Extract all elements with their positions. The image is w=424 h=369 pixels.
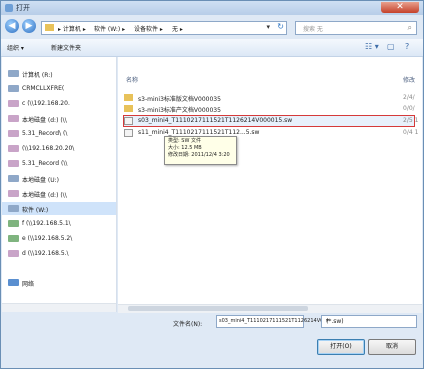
new-folder-button[interactable]: 新建文件夹 — [51, 43, 81, 52]
sidebar-item-label: 软件 (W:) — [22, 207, 49, 214]
breadcrumb-software-drive[interactable]: 软件 (W:) ▸ — [94, 24, 125, 33]
drive-icon — [8, 85, 19, 92]
tooltip-modified: 修改日期: 2011/12/4 3:20 — [168, 152, 230, 158]
window-title: 打开 — [16, 4, 30, 12]
sidebar-scrollbar[interactable] — [2, 303, 116, 312]
sidebar-item-drive[interactable]: 本地磁盘 (U:) — [2, 172, 116, 185]
forward-button[interactable]: ▶ — [22, 19, 36, 33]
file-date: 0/0/ — [403, 105, 415, 112]
folder-icon — [124, 105, 133, 112]
file-icon — [124, 117, 133, 125]
chevron-down-icon[interactable]: ▾ — [326, 317, 413, 324]
sidebar-item-label: 5.31_Record (\\ — [22, 160, 68, 167]
sidebar-item-network[interactable]: 网络 — [2, 276, 116, 289]
file-icon — [124, 129, 133, 137]
file-tooltip: 类型: SW 文件 大小: 12.5 MB 修改日期: 2011/12/4 3:… — [164, 136, 237, 165]
sidebar-item-label: e (\\192.168.5.2\ — [22, 235, 73, 242]
sidebar-item-label: d (\\192.168.5.\ — [22, 250, 69, 257]
sidebar-item-drive[interactable]: CRMCLLXFRE( — [2, 82, 116, 95]
chevron-down-icon[interactable]: ▾ — [266, 23, 270, 31]
sidebar-item-label: CRMCLLXFRE( — [22, 85, 65, 92]
refresh-icon[interactable]: ↻ — [277, 22, 284, 31]
close-button[interactable]: ✕ — [381, 2, 419, 13]
back-button[interactable]: ◀ — [5, 19, 19, 33]
sidebar-item-network-drive[interactable]: d (\\192.168.5.\ — [2, 247, 116, 260]
open-button[interactable]: 打开(O) — [317, 339, 365, 355]
file-date: 0/4 1 — [403, 129, 419, 136]
horizontal-scrollbar[interactable] — [118, 304, 422, 313]
list-item[interactable]: s3-mini3标准产文档V000035 0/0/ — [124, 104, 415, 114]
filetype-select[interactable]: (*.sw) ▾ — [321, 315, 417, 328]
breadcrumb-current[interactable]: 无 ▸ — [172, 24, 183, 33]
filename-label: 文件名(N): — [173, 321, 203, 328]
network-drive-icon — [8, 115, 19, 122]
network-drive-icon — [8, 100, 19, 107]
network-drive-icon — [8, 130, 19, 137]
network-drive-icon — [8, 220, 19, 227]
drive-icon — [8, 70, 19, 77]
tooltip-size: 大小: 12.5 MB — [168, 145, 202, 151]
organize-button[interactable]: 组织 ▾ — [7, 43, 24, 52]
folder-icon — [45, 24, 54, 31]
sidebar-item-label: 计算机 (R:) — [22, 72, 53, 79]
preview-pane-icon[interactable]: ▢ — [387, 42, 395, 51]
sidebar-item-network-drive[interactable]: (\\192.168.20.20\ — [2, 142, 116, 155]
sidebar-item-label: f (\\192.168.5.1\ — [22, 220, 71, 227]
list-item[interactable]: s3-mini3标准版文档V000035 2/4/ — [124, 93, 415, 103]
open-file-dialog: 打开 ✕ ◀ ▶ ▸ 计算机 ▸ 软件 (W:) ▸ 设备软件 ▸ 无 ▸ ▾ … — [0, 0, 424, 369]
sidebar-item-label: 本地磁盘 (d:) (\\ — [22, 117, 67, 124]
cancel-button[interactable]: 取消 — [368, 339, 416, 355]
drive-icon — [8, 175, 19, 182]
sidebar-item-label: 本地磁盘 (d:) (\\ — [22, 192, 67, 199]
file-name: s3-mini3标准产文档V000035 — [138, 107, 221, 114]
sidebar-item-network-drive[interactable]: 5.31_Record (\\ — [2, 157, 116, 170]
list-item-highlighted[interactable]: s03_mini4_T1110217111521T1126214V000015.… — [123, 115, 418, 127]
help-icon[interactable]: ? — [405, 42, 409, 51]
address-bar[interactable]: ▸ 计算机 ▸ 软件 (W:) ▸ 设备软件 ▸ 无 ▸ ▾ ↻ — [41, 21, 287, 35]
view-options-icon[interactable]: ☷ ▾ — [365, 42, 379, 51]
sidebar-item-label: 网络 — [22, 281, 35, 288]
sidebar-item-network-drive[interactable]: e (\\192.168.5.2\ — [2, 232, 116, 245]
sidebar-item-software-drive[interactable]: 软件 (W:) — [2, 202, 116, 215]
drive-icon — [8, 205, 19, 212]
file-name: s03_mini4_T1110217111521T1126214V000015.… — [138, 117, 293, 124]
sidebar-item-computer[interactable]: 计算机 (R:) — [2, 67, 116, 80]
network-drive-icon — [8, 145, 19, 152]
file-name: s11_mini4_T1110217111521T112...5.sw — [138, 129, 260, 136]
file-date: 2/4/ — [403, 94, 415, 101]
column-header-name[interactable]: 名称 — [126, 75, 138, 84]
title-bar[interactable]: 打开 ✕ — [1, 1, 423, 15]
breadcrumb-device-software[interactable]: 设备软件 ▸ — [134, 24, 163, 33]
sidebar-item-network-drive[interactable]: 5.31_Record\ (\ — [2, 127, 116, 140]
toolbar: 组织 ▾ 新建文件夹 ☷ ▾ ▢ ? — [1, 39, 423, 57]
sidebar-item-label: c (\\192.168.20. — [22, 100, 70, 107]
file-name: s3-mini3标准版文档V000035 — [138, 96, 221, 103]
column-header-date[interactable]: 修改 — [403, 75, 415, 84]
app-icon — [5, 4, 13, 12]
file-list: 名称 修改 s3-mini3标准版文档V000035 2/4/ s3-mini3… — [118, 57, 422, 313]
sidebar-item-label: 本地磁盘 (U:) — [22, 177, 60, 184]
sidebar-item-network-drive[interactable]: 本地磁盘 (d:) (\\ — [2, 112, 116, 125]
filename-field[interactable]: s03_mini4_T1110217111521T1126214V0 ▾ — [216, 315, 327, 328]
sidebar-item-network-drive[interactable]: 本地磁盘 (d:) (\\ — [2, 187, 116, 200]
breadcrumb-computer[interactable]: ▸ 计算机 ▸ — [58, 24, 86, 33]
folder-icon — [124, 94, 133, 101]
network-drive-icon — [8, 235, 19, 242]
sidebar-item-network-drive[interactable]: c (\\192.168.20. — [2, 97, 116, 110]
search-box[interactable]: 搜索 无 ⌕ — [295, 21, 417, 35]
sidebar-item-label: (\\192.168.20.20\ — [22, 145, 75, 152]
navigation-pane: 计算机 (R:) CRMCLLXFRE( c (\\192.168.20. 本地… — [2, 57, 117, 312]
search-input[interactable]: 搜索 无 — [303, 24, 323, 33]
filename-value[interactable]: s03_mini4_T1110217111521T1126214V0 ▾ — [219, 318, 327, 324]
network-drive-icon — [8, 190, 19, 197]
file-date: 2/5 1 — [403, 117, 419, 124]
sidebar-item-network-drive[interactable]: f (\\192.168.5.1\ — [2, 217, 116, 230]
network-drive-icon — [8, 160, 19, 167]
network-drive-icon — [8, 250, 19, 257]
network-icon — [8, 279, 19, 286]
search-icon: ⌕ — [407, 23, 412, 32]
sidebar-item-label: 5.31_Record\ (\ — [22, 130, 68, 137]
tooltip-type: 类型: SW 文件 — [168, 138, 201, 144]
scrollbar-thumb[interactable] — [128, 306, 308, 311]
